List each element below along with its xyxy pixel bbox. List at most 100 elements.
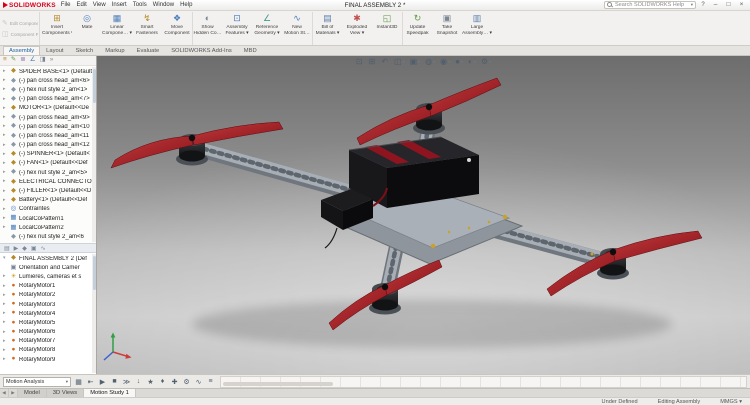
expand-arrow-icon[interactable]: ▸ [3,216,8,221]
viewport-3d[interactable] [97,56,750,374]
calculate-icon[interactable]: ▦ [73,376,84,387]
expand-arrow-icon[interactable]: ▸ [3,274,8,279]
menu-item[interactable]: Tools [133,2,147,8]
timeline-scrollbar[interactable] [223,381,333,386]
feature-tree-item[interactable]: ▸ ◆ Battery<1> (Default<<Def [0,196,96,205]
panel-expand-icon[interactable]: » [50,57,54,64]
bill-of-materials-button[interactable]: ▤ Bill of Materials ▾ [312,12,342,45]
play-from-start-icon[interactable]: ⇤ [85,376,96,387]
expand-arrow-icon[interactable]: ▸ [3,338,8,344]
motion-filter-all-icon[interactable]: ▤ [4,245,10,252]
expand-arrow-icon[interactable]: ▸ [3,133,8,138]
maximize-button[interactable]: □ [723,1,734,10]
view-settings-icon[interactable]: ⚙ ▾ [481,58,491,66]
expand-arrow-icon[interactable]: ▸ [3,302,8,307]
update-speedpak-button[interactable]: ↻ Update Speedpak [402,12,432,45]
motion-tree-scrollbar[interactable] [92,254,96,373]
expand-arrow-icon[interactable]: ▸ [3,151,8,157]
expand-arrow-icon[interactable]: ▸ [3,357,8,362]
tab-mbd[interactable]: MBD [238,46,263,55]
expand-arrow-icon[interactable]: ▸ [3,320,8,325]
expand-arrow-icon[interactable]: ▸ [3,225,8,230]
tab-markup[interactable]: Markup [99,46,130,55]
edit-component-button[interactable]: ✎ Edit Component [2,19,38,27]
tab-scroll-left-icon[interactable]: ◀ [0,389,9,397]
tab-scroll-right-icon[interactable]: ▶ [9,389,18,397]
expand-arrow-icon[interactable]: ▸ [3,329,8,335]
motion-filter-driving-icon[interactable]: ◆ [22,245,27,252]
motion-tree-item[interactable]: ▾ ◆ FINAL ASSEMBLY 2 (Def [0,254,96,263]
auto-key-icon[interactable]: ♦ [157,376,168,387]
results-plots-icon[interactable]: ∿ [193,376,204,387]
expand-arrow-icon[interactable]: ▸ [3,69,8,74]
configurationmanager-tab-icon[interactable]: ≣ [20,57,25,64]
tab-sketch[interactable]: Sketch [70,46,100,55]
study-type-select[interactable]: Motion Analysis ▾ [3,376,71,387]
motion-study-properties-icon[interactable]: ≡ [205,376,216,387]
feature-tree-item[interactable]: ▸ ◆ (-) hex nut style 2_am<1> [0,85,96,94]
minimize-button[interactable]: – [710,1,721,10]
featuremanager-tab-icon[interactable]: ≡ [3,57,7,64]
tab-solidworks-add-ins[interactable]: SOLIDWORKS Add-Ins [165,46,238,55]
previous-view-icon[interactable]: ↶ [381,58,389,66]
display-style-icon[interactable]: ◍ ▾ [425,58,435,66]
menu-item[interactable]: Insert [112,2,127,8]
expand-arrow-icon[interactable]: ▾ [3,256,8,261]
motion-tree-item[interactable]: ▸ ● RotaryMotor2 [0,291,96,300]
feature-tree-item[interactable]: ▸ ◎ Contraintes [0,205,96,214]
expand-arrow-icon[interactable]: ▸ [3,170,8,175]
show-hidden-components-button[interactable]: ◐ Show Hidden Co… [192,12,222,45]
apply-scene-icon[interactable]: ◐ ▾ [468,58,476,66]
feature-tree-item[interactable]: ▸ ◆ (-) hex nut style 2_am<5> [0,168,96,177]
insert-components-button[interactable]: ⊞ Insert Components ▾ [42,12,72,45]
exploded-view-button[interactable]: ✱ Exploded View ▾ [342,12,372,45]
motion-tree-item[interactable]: ▸ ● RotaryMotor4 [0,309,96,318]
smart-fasteners-button[interactable]: ↯ Smart Fasteners [132,12,162,45]
feature-tree-scrollbar[interactable] [92,67,96,242]
motion-tree-item[interactable]: ▸ ● RotaryMotor7 [0,337,96,346]
stop-icon[interactable]: ■ [109,376,120,387]
search-caret-icon[interactable]: ▾ [691,2,693,8]
motion-filter-animated-icon[interactable]: ▶ [14,245,19,252]
help-button[interactable]: ? [699,2,707,8]
tab-motion-study-1[interactable]: Motion Study 1 [84,389,136,397]
expand-arrow-icon[interactable]: ▸ [3,115,8,120]
expand-arrow-icon[interactable]: ▸ [3,197,8,203]
scrollbar-thumb[interactable] [92,69,96,103]
move-component-button[interactable]: ❖ Move Component [162,12,192,45]
feature-tree-item[interactable]: ▸ ▦ LocalCoPattern1 [0,214,96,223]
expand-arrow-icon[interactable]: ▸ [3,87,8,92]
expand-arrow-icon[interactable]: ▸ [3,311,8,316]
motion-tree-item[interactable]: ▸ ● RotaryMotor6 [0,328,96,337]
animation-wizard-icon[interactable]: ★ [145,376,156,387]
graphics-area[interactable]: ⊡ ⊞ ↶ ◫ ▾ ▣ ▾ ◍ ▾ ◉ ▾ ● ▾ ◐ ▾ ⚙ ▾ [97,56,750,374]
motion-tree-item[interactable]: ▸ ● RotaryMotor9 [0,355,96,364]
expand-arrow-icon[interactable]: ▸ [3,206,8,212]
feature-tree-item[interactable]: ▸ ◆ (-) FILLER<1> (Default<<D [0,186,96,195]
motion-filter-results-icon[interactable]: ∿ [41,245,46,252]
feature-tree-item[interactable]: ▸ ◆ (-) pan cross head_am<10 [0,122,96,131]
add-key-icon[interactable]: ✚ [169,376,180,387]
propertymanager-tab-icon[interactable]: ✎ [11,57,16,64]
expand-arrow-icon[interactable]: ▸ [3,347,8,353]
scrollbar-thumb[interactable] [92,256,96,290]
feature-tree-item[interactable]: ▸ ◆ (-) pan cross head_am<9> [0,113,96,122]
zoom-area-icon[interactable]: ⊞ [369,58,377,66]
simulation-elements-icon[interactable]: ⚙ [181,376,192,387]
feature-tree-item[interactable]: ▸ ▦ LocalCoPattern2 [0,223,96,232]
playback-speed-icon[interactable]: ≫ [121,376,132,387]
feature-tree-item[interactable]: ▸ ◆ (-) pan cross head_am<12 [0,141,96,150]
large-assembly-settings-button[interactable]: ▥ Large Assembly… ▾ [462,12,492,45]
play-icon[interactable]: ▶ [97,376,108,387]
motion-tree-item[interactable]: ▸ ☀ Lumières, caméras et s [0,272,96,281]
expand-arrow-icon[interactable]: ▸ [3,283,8,289]
expand-arrow-icon[interactable]: ▸ [3,188,8,194]
instant3d-button[interactable]: ◱ Instant3D [372,12,402,45]
motion-tree-item[interactable]: ▸ ● RotaryMotor8 [0,346,96,355]
save-animation-icon[interactable]: ↓ [133,376,144,387]
tab-assembly[interactable]: Assembly [3,46,41,55]
tab-evaluate[interactable]: Evaluate [131,46,166,55]
tab-3d-views[interactable]: 3D Views [46,389,85,397]
feature-tree-item[interactable]: ▸ ◆ MOTOR<1> (Default<<De [0,104,96,113]
help-search-input[interactable]: Search SOLIDWORKS Help ▾ [604,1,696,9]
